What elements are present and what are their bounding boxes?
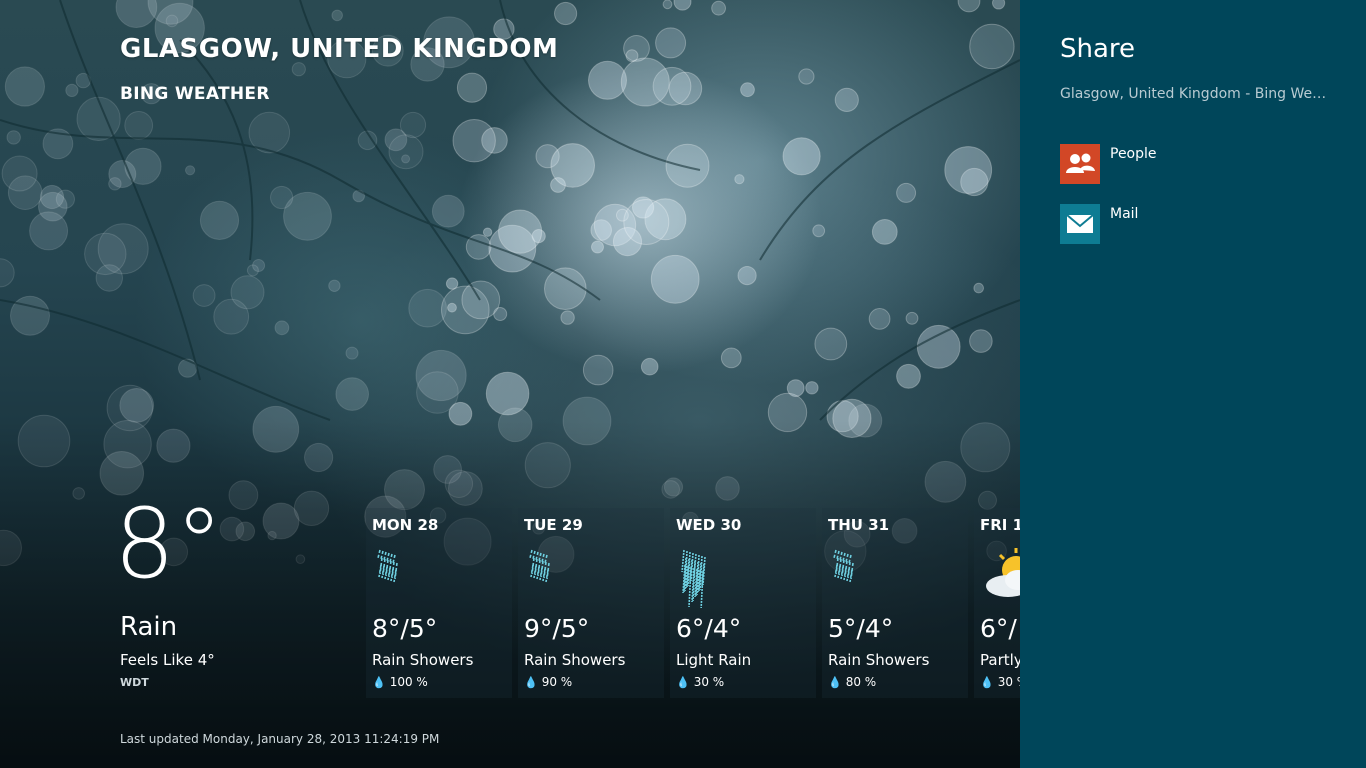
partly-sunny-icon [986,548,1020,597]
city-title: GLASGOW, UNITED KINGDOM [120,34,559,64]
day-name: MON 28 [372,516,439,534]
app-name: BING WEATHER [120,84,270,104]
share-target-mail[interactable]: Mail [1060,204,1340,248]
high-low-temperature: 8°/5° [372,614,438,643]
precipitation-chance: 💧 100 % [372,675,428,689]
people-icon [1060,144,1100,184]
day-name: THU 31 [828,516,890,534]
forecast-condition: Rain Showers [524,651,626,669]
raindrop-icon: 💧 [524,676,538,689]
forecast-condition: Rain Showers [828,651,930,669]
light-rain-icon [681,549,706,608]
daily-forecast: MON 28 8°/5° Rain Showers 💧 100 % TUE 29 … [366,508,1020,698]
raindrop-icon: 💧 [980,676,994,689]
precipitation-chance: 💧 90 % [524,675,573,689]
share-content-description: Glasgow, United Kingdom - Bing Weat... [1060,86,1328,102]
forecast-day[interactable]: TUE 29 9°/5° Rain Showers 💧 90 % [518,508,664,698]
share-target-people[interactable]: People [1060,144,1340,188]
rain-showers-icon [377,549,398,583]
forecast-day[interactable]: MON 28 8°/5° Rain Showers 💧 100 % [366,508,512,698]
share-charm-pane: Share Glasgow, United Kingdom - Bing Wea… [1020,0,1366,768]
precipitation-chance: 💧30 % [676,675,725,689]
current-condition: Rain [120,612,178,642]
precipitation-chance: 💧30 % [980,675,1020,689]
current-temperature: 8° [114,488,224,600]
high-low-temperature: 9°/5° [524,614,590,643]
raindrop-icon: 💧 [676,676,690,689]
high-low-temperature: 6°/4° [676,614,742,643]
rain-showers-icon [833,549,854,583]
share-target-label: People [1110,146,1157,162]
high-low-temperature: 6°/ [980,614,1017,643]
forecast-condition: Light Rain [676,651,752,669]
day-name: FRI 1 [980,516,1020,534]
day-name: TUE 29 [524,516,583,534]
forecast-day[interactable]: FRI 1 6°/ Partly 💧30 % [974,508,1020,698]
data-provider: WDT [120,676,149,689]
mail-icon [1060,204,1100,244]
share-target-label: Mail [1110,206,1139,222]
day-name: WED 30 [676,516,742,534]
rain-showers-icon [529,549,550,583]
precipitation-chance: 💧 80 % [828,675,877,689]
raindrop-icon: 💧 [828,676,842,689]
raindrop-icon: 💧 [372,676,386,689]
forecast-condition: Partly [980,651,1020,669]
forecast-condition: Rain Showers [372,651,474,669]
share-title: Share [1060,34,1136,64]
forecast-day[interactable]: THU 31 5°/4° Rain Showers 💧 80 % [822,508,968,698]
forecast-day[interactable]: WED 30 6°/4° Light Rain 💧 30 % [670,508,816,698]
last-updated: Last updated Monday, January 28, 2013 11… [120,732,440,746]
feels-like: Feels Like 4° [120,651,215,669]
high-low-temperature: 5°/4° [828,614,894,643]
